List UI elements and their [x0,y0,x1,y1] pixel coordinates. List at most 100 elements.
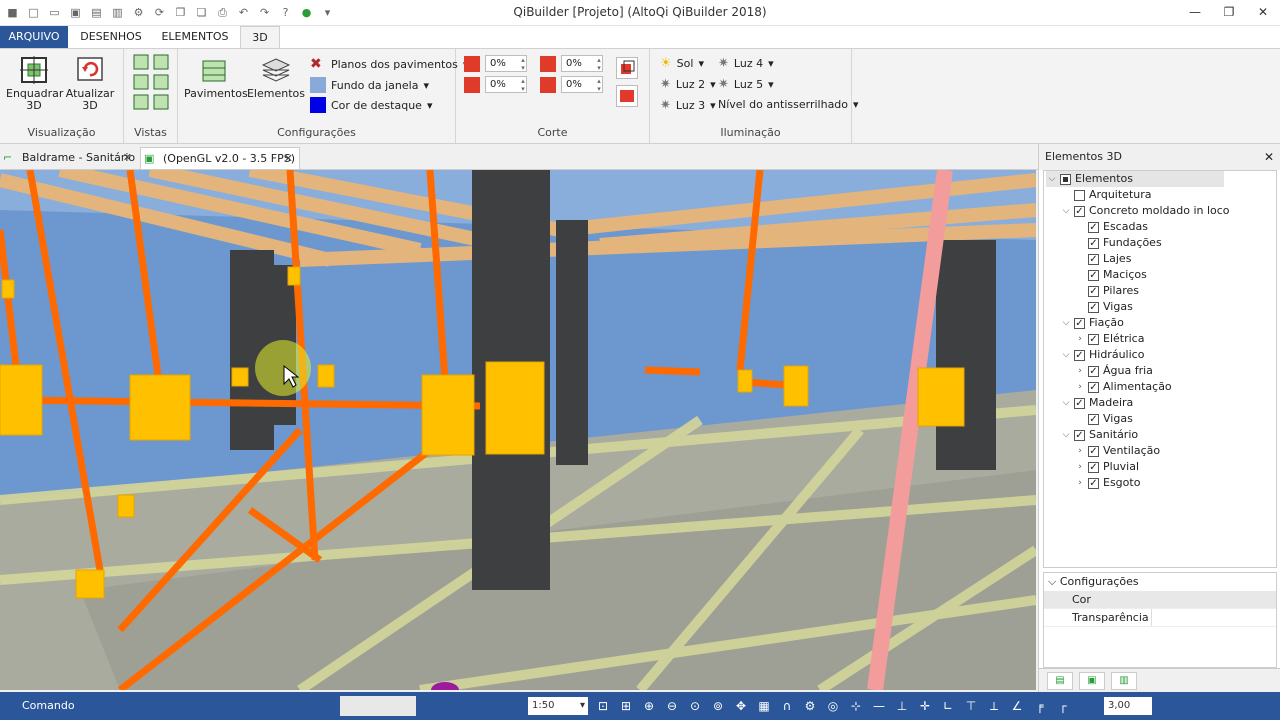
ruler-icon[interactable]: ╒ [1031,696,1049,716]
checkbox[interactable]: ✓ [1088,381,1099,393]
tree-node[interactable]: ✓ Lajes [1074,251,1131,267]
3d-viewport[interactable] [0,170,1036,690]
checkbox[interactable]: ✓ [1088,269,1099,281]
close-tab-icon[interactable]: ✕ [284,148,293,169]
tree-node[interactable]: › ✓ Ventilação [1074,443,1160,459]
cut-solid-icon[interactable] [616,85,638,107]
planos-pavimentos-dropdown[interactable]: ✖ Planos dos pavimentos▾ [310,56,468,72]
checkbox[interactable]: ✓ [1088,237,1099,249]
snap-icon[interactable]: ✛ [916,696,934,716]
cut-box-icon[interactable] [616,57,638,79]
gear-icon[interactable]: ⚙ [801,696,819,716]
expand-icon[interactable]: › [1074,331,1086,347]
track-icon[interactable]: ⊤ [962,696,980,716]
elementos-button[interactable]: Elementos [246,55,306,100]
corner-icon[interactable]: ┌ [1054,696,1072,716]
luz5-dropdown[interactable]: ✷ Luz 5 ▾ [718,77,774,92]
tree-node[interactable]: ⌵ ✓ Madeira [1060,395,1134,411]
target-icon[interactable]: ◎ [824,696,842,716]
luz4-dropdown[interactable]: ✷ Luz 4 ▾ [718,56,774,71]
panel-tab-icon[interactable]: ▥ [1111,672,1137,690]
restore-icon[interactable]: ❐ [1212,0,1246,24]
expand-icon[interactable]: ⌵ [1060,203,1072,219]
expand-icon[interactable]: ⌵ [1060,395,1072,411]
zoom-extents-icon[interactable]: ⊞ [617,696,635,716]
tree-node[interactable]: ✓ Escadas [1074,219,1148,235]
checkbox[interactable] [1074,189,1085,201]
scale-select[interactable]: 1:50 [528,697,588,715]
tree-node[interactable]: ⌵ ✓ Hidráulico [1060,347,1145,363]
expand-icon[interactable]: › [1074,475,1086,491]
checkbox[interactable]: ✓ [1088,413,1099,425]
fundo-janela-dropdown[interactable]: Fundo da janela ▾ [310,77,429,93]
tab-desenhos[interactable]: DESENHOS [72,26,150,48]
tree-node[interactable]: ⌵ ✓ Fiação [1060,315,1124,331]
angle-icon[interactable]: ∠ [1008,696,1026,716]
tree-node[interactable]: ✓ Maciços [1074,267,1147,283]
zoom-out-icon[interactable]: ⊖ [663,696,681,716]
tree-node[interactable]: ⌵ ✓ Concreto moldado in loco [1060,203,1230,219]
expand-icon[interactable]: › [1074,443,1086,459]
tree-node[interactable]: › ✓ Alimentação [1074,379,1171,395]
checkbox[interactable]: ✓ [1088,301,1099,313]
tree-node[interactable]: Arquitetura [1060,187,1152,203]
tree-node[interactable]: ✓ Vigas [1074,411,1133,427]
checkbox[interactable]: ✓ [1088,365,1099,377]
atualizar-3d-button[interactable]: Atualizar 3D [62,55,118,112]
pavimentos-button[interactable]: Pavimentos [184,55,248,100]
view-cubes-icon[interactable] [132,53,172,115]
magnet-icon[interactable]: ∩ [778,696,796,716]
expand-icon[interactable]: › [1074,363,1086,379]
checkbox[interactable]: ✓ [1074,397,1085,409]
enquadrar-3d-button[interactable]: Enquadrar 3D [6,55,63,112]
checkbox[interactable]: ✓ [1088,285,1099,297]
close-icon[interactable]: ✕ [1246,0,1280,24]
checkbox[interactable]: ✓ [1088,333,1099,345]
checkbox[interactable]: ✓ [1088,477,1099,489]
checkbox[interactable]: ✓ [1088,221,1099,233]
close-panel-icon[interactable]: ✕ [1264,144,1274,170]
corte-input-3[interactable]: 0% [485,76,527,93]
grid-icon[interactable]: ▦ [755,696,773,716]
tree-node[interactable]: › ✓ Água fria [1074,363,1153,379]
minimize-icon[interactable]: — [1178,0,1212,24]
expand-icon[interactable]: › [1074,379,1086,395]
3d-scene[interactable] [0,170,1036,690]
ortho-icon[interactable]: ⊥ [893,696,911,716]
panel-tab-icon[interactable]: ▤ [1047,672,1073,690]
zoom-factor-input[interactable]: 3,00 [1104,697,1152,715]
zoom-previous-icon[interactable]: ⊙ [686,696,704,716]
zoom-in-icon[interactable]: ⊕ [640,696,658,716]
close-tab-icon[interactable]: ✕ [123,147,132,168]
config-row-cor[interactable]: Cor [1044,591,1276,609]
tree-node[interactable]: ✓ Pilares [1074,283,1139,299]
sol-dropdown[interactable]: ☀ Sol ▾ [660,56,704,71]
tab-elementos[interactable]: ELEMENTOS [152,26,238,48]
doc-tab-opengl[interactable]: ▣ (OpenGL v2.0 - 3.5 FPS) ✕ [140,147,300,169]
doc-tab-baldrame[interactable]: ⌐ Baldrame - Sanitário ✕ [0,147,138,169]
crosshair-icon[interactable]: ⊹ [847,696,865,716]
panel-tab-icon[interactable]: ▣ [1079,672,1105,690]
checkbox[interactable]: ✓ [1074,205,1085,217]
configuracoes-header[interactable]: ⌵ Configurações [1044,573,1276,591]
checkbox[interactable]: ✓ [1074,317,1085,329]
config-row-transparencia[interactable]: Transparência [1044,609,1276,627]
corte-input-4[interactable]: 0% [561,76,603,93]
checkbox[interactable] [1060,173,1071,185]
tree-node[interactable]: ⌵ Elementos [1046,171,1224,187]
checkbox[interactable]: ✓ [1088,461,1099,473]
checkbox[interactable]: ✓ [1088,253,1099,265]
tab-3d[interactable]: 3D [240,26,280,49]
polar-icon[interactable]: ∟ [939,696,957,716]
antialias-dropdown[interactable]: Nível do antisserrilhado ▾ [718,98,859,111]
expand-icon[interactable]: ⌵ [1060,427,1072,443]
tree-node[interactable]: › ✓ Elétrica [1074,331,1144,347]
tree-node[interactable]: ✓ Fundações [1074,235,1162,251]
expand-icon[interactable]: ⌵ [1060,347,1072,363]
zoom-all-icon[interactable]: ⊚ [709,696,727,716]
tree-node[interactable]: › ✓ Esgoto [1074,475,1140,491]
corte-input-1[interactable]: 0% [485,55,527,72]
checkbox[interactable]: ✓ [1074,349,1085,361]
checkbox[interactable]: ✓ [1088,445,1099,457]
collapse-icon[interactable]: ⌵ [1048,575,1056,588]
